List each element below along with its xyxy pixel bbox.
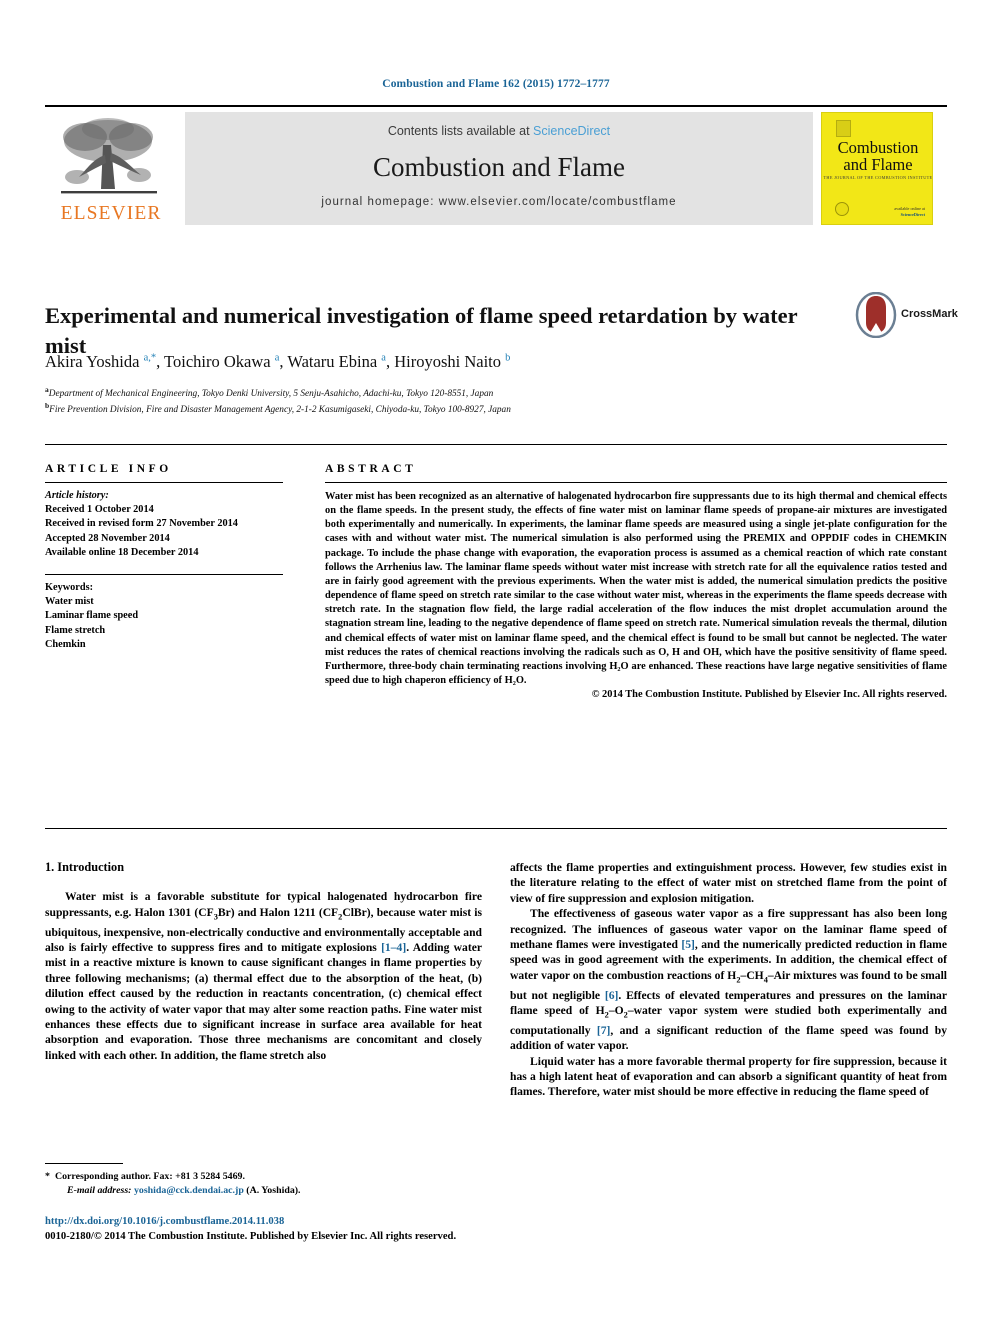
corresponding-author-note: * Corresponding author. Fax: +81 3 5284 5… [45,1170,485,1184]
affiliation-item: bFire Prevention Division, Fire and Disa… [45,400,845,416]
author-affil-marker: a [274,352,280,364]
citation-link-6[interactable]: [6] [605,989,619,1002]
keyword-item: Laminar flame speed [45,610,139,622]
cover-footer: available online at ScienceDirect [894,206,925,217]
cover-footer-line1: available online at [894,206,925,211]
citation-link-1-4[interactable]: [1–4] [381,941,406,954]
contents-available-line: Contents lists available at ScienceDirec… [185,124,813,138]
history-online: Available online 18 December 2014 [45,546,199,558]
abstract-copyright: © 2014 The Combustion Institute. Publish… [591,689,947,701]
paragraph: Water mist is a favorable substitute for… [45,889,482,1063]
paragraph: Liquid water has a more favorable therma… [510,1054,947,1099]
journal-banner: ELSEVIER Contents lists available at Sci… [45,105,947,227]
cover-subtitle: THE JOURNAL OF THE COMBUSTION INSTITUTE [823,175,933,180]
keywords-divider [45,574,283,576]
author-affil-marker: a [381,352,386,364]
paragraph-text: Water mist is a favorable substitute for… [45,890,482,1062]
affiliation-item: aDepartment of Mechanical Engineering, T… [45,384,845,400]
journal-cover-thumbnail[interactable]: Combustion and Flame THE JOURNAL OF THE … [821,112,933,225]
history-accepted: Accepted 28 November 2014 [45,532,170,544]
elsevier-logo: ELSEVIER [45,113,177,225]
abstract-text: Water mist has been recognized as an alt… [325,491,947,687]
article-info-heading: ARTICLE INFO [45,463,172,475]
keyword-item: Water mist [45,596,94,608]
cover-emblem-icon [835,202,849,216]
abstract-section: ABSTRACT Water mist has been recognized … [325,463,947,700]
paragraph: affects the flame properties and extingu… [510,861,947,905]
keywords-block: Keywords: Water mist Laminar flame speed… [45,581,295,652]
combustion-institute-seal-icon [836,120,851,137]
journal-article-page: Combustion and Flame 162 (2015) 1772–177… [0,0,992,1323]
affiliation-text: Department of Mechanical Engineering, To… [48,389,494,400]
paragraph-text: The effectiveness of gaseous water vapor… [510,907,948,1053]
cover-title-line2: and Flame [843,155,913,174]
corresponding-author-text: Corresponding author. Fax: +81 3 5284 54… [54,1171,245,1182]
journal-title: Combustion and Flame [373,152,625,182]
body-column-left: 1. Introduction Water mist is a favorabl… [45,860,482,1063]
author-list: Akira Yoshida a,*, Toichiro Okawa a, Wat… [45,352,511,371]
doi-link[interactable]: http://dx.doi.org/10.1016/j.combustflame… [45,1216,284,1227]
elsevier-wordmark: ELSEVIER [60,203,162,224]
author-affil-marker: a,* [143,352,157,364]
keyword-item: Chemkin [45,638,86,650]
affiliation-text: Fire Prevention Division, Fire and Disas… [49,405,511,416]
keywords-label: Keywords: [45,582,94,594]
footnote-divider [45,1163,123,1164]
history-revised: Received in revised form 27 November 201… [45,518,238,530]
email-link[interactable]: yoshida@cck.dendai.ac.jp [134,1185,244,1196]
footnote-block: * Corresponding author. Fax: +81 3 5284 5… [45,1170,485,1197]
article-history-label: Article history: [45,490,109,501]
crossmark-badge[interactable]: CrossMark [855,292,958,342]
contents-prefix: Contents lists available at [387,124,534,138]
paragraph: The effectiveness of gaseous water vapor… [510,906,947,1053]
banner-center-panel: Contents lists available at ScienceDirec… [185,112,813,225]
cover-title: Combustion and Flame [822,139,932,174]
article-history: Article history: Received 1 October 2014… [45,489,295,560]
email-note: E-mail address: yoshida@cck.dendai.ac.jp… [45,1184,485,1198]
abstract-divider [325,482,947,483]
keyword-item: Flame stretch [45,624,106,636]
history-received: Received 1 October 2014 [45,504,154,516]
elsevier-tree-icon [61,118,157,194]
running-head: Combustion and Flame 162 (2015) 1772–177… [382,78,610,90]
divider-above-abstract [45,444,947,445]
crossmark-label: CrossMark [901,308,958,320]
article-info-section: ARTICLE INFO Article history: Received 1… [45,463,295,652]
cover-footer-line2: ScienceDirect [900,211,925,217]
crossmark-icon [855,292,897,338]
sciencedirect-link[interactable]: ScienceDirect [533,124,610,138]
email-label: E-mail address: [67,1184,132,1196]
section-heading-introduction: 1. Introduction [45,860,125,874]
issn-copyright-line: 0010-2180/© 2014 The Combustion Institut… [45,1231,457,1242]
article-info-divider [45,482,283,483]
abstract-heading: ABSTRACT [325,463,417,475]
divider-below-abstract [45,828,947,829]
author-affil-marker: b [505,352,511,364]
journal-homepage-link[interactable]: journal homepage: www.elsevier.com/locat… [185,196,813,208]
affiliation-list: aDepartment of Mechanical Engineering, T… [45,384,845,417]
body-column-right: affects the flame properties and extingu… [510,860,947,1100]
citation-link-5[interactable]: [5] [681,938,695,951]
citation-link-7[interactable]: [7] [597,1024,611,1037]
asterisk-icon: * [45,1171,50,1182]
email-owner: (A. Yoshida). [246,1184,301,1196]
